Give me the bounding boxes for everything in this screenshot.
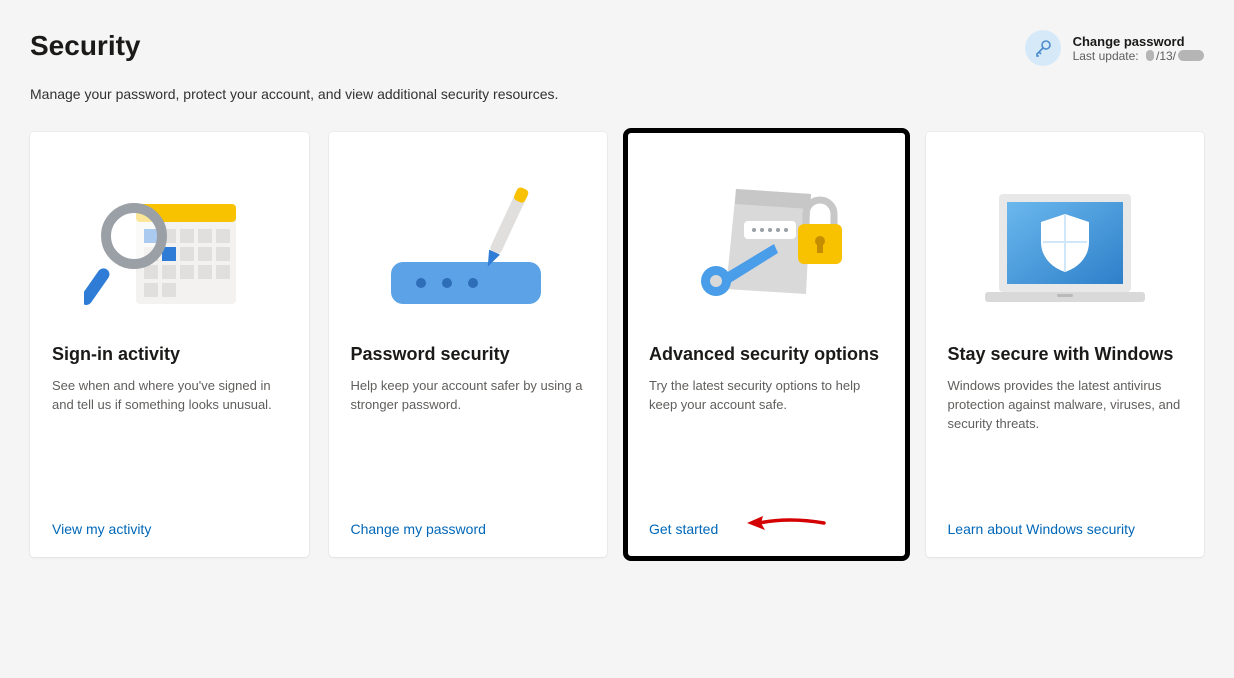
password-security-illustration (351, 154, 586, 344)
card-desc: Windows provides the latest antivirus pr… (948, 377, 1183, 521)
key-icon (1025, 30, 1061, 66)
redacted-month (1146, 50, 1154, 61)
card-password-security: Password security Help keep your account… (329, 132, 608, 557)
header: Security Change password Last update: /1… (30, 30, 1204, 66)
change-password-title: Change password (1073, 34, 1204, 49)
card-desc: Help keep your account safer by using a … (351, 377, 586, 521)
get-started-link[interactable]: Get started (649, 521, 718, 537)
redacted-year (1178, 50, 1204, 61)
card-advanced-security: Advanced security options Try the latest… (627, 132, 906, 557)
view-my-activity-link[interactable]: View my activity (52, 521, 151, 537)
card-title: Sign-in activity (52, 344, 287, 365)
change-my-password-link[interactable]: Change my password (351, 521, 486, 537)
page-title: Security (30, 30, 141, 62)
change-password-sub: Last update: /13/ (1073, 49, 1204, 63)
card-desc: Try the latest security options to help … (649, 377, 884, 521)
learn-windows-security-link[interactable]: Learn about Windows security (948, 521, 1136, 537)
change-password-widget[interactable]: Change password Last update: /13/ (1025, 30, 1204, 66)
card-signin-activity: Sign-in activity See when and where you'… (30, 132, 309, 557)
change-password-text: Change password Last update: /13/ (1073, 34, 1204, 63)
card-title: Stay secure with Windows (948, 344, 1183, 365)
windows-security-illustration (948, 154, 1183, 344)
signin-activity-illustration (52, 154, 287, 344)
card-desc: See when and where you've signed in and … (52, 377, 287, 521)
card-windows-security: Stay secure with Windows Windows provide… (926, 132, 1205, 557)
card-title: Password security (351, 344, 586, 365)
advanced-security-illustration (649, 154, 884, 344)
card-title: Advanced security options (649, 344, 884, 365)
cards-container: Sign-in activity See when and where you'… (30, 132, 1204, 557)
page-subtitle: Manage your password, protect your accou… (30, 86, 1204, 102)
